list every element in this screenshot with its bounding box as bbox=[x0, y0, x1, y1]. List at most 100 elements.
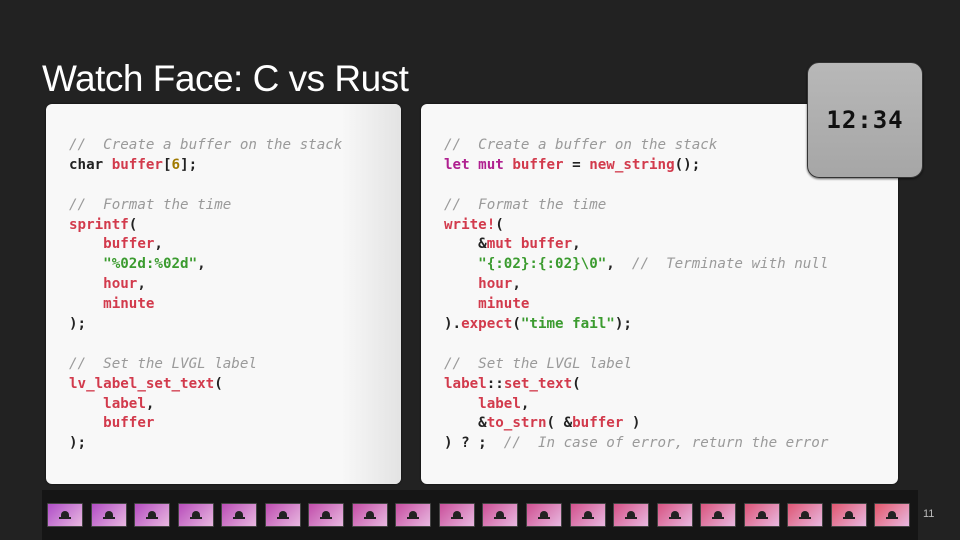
code-token: :: bbox=[486, 375, 504, 392]
code-token: char bbox=[69, 156, 112, 173]
watch-icon bbox=[494, 511, 507, 519]
code-token: label bbox=[478, 395, 521, 412]
code-token: minute bbox=[103, 296, 155, 313]
c-code-line: ); bbox=[69, 315, 342, 335]
code-token: buffer bbox=[103, 415, 155, 432]
watch-icon bbox=[886, 511, 899, 519]
code-token: ( & bbox=[546, 415, 573, 432]
code-token: "time fail" bbox=[520, 316, 615, 333]
code-token: buffer bbox=[512, 156, 564, 173]
code-token: ( bbox=[128, 216, 138, 233]
slide-thumbnail[interactable] bbox=[743, 503, 780, 527]
c-code-line: hour, bbox=[69, 275, 342, 295]
slide-filmstrip[interactable] bbox=[42, 490, 918, 540]
watch-icon bbox=[276, 511, 289, 519]
code-token: , bbox=[197, 256, 206, 273]
code-token: // Format the time bbox=[69, 196, 232, 213]
watch-icon bbox=[842, 511, 855, 519]
code-token: to_strn bbox=[486, 415, 547, 432]
slide-thumbnail[interactable] bbox=[787, 503, 824, 527]
clock-time: 12:34 bbox=[826, 106, 904, 134]
watch-icon bbox=[58, 511, 71, 519]
watch-icon bbox=[363, 511, 376, 519]
slide-thumbnail[interactable] bbox=[221, 503, 258, 527]
slide-thumbnail[interactable] bbox=[874, 503, 911, 527]
slide-thumbnail[interactable] bbox=[569, 503, 606, 527]
code-token: buffer bbox=[520, 236, 573, 253]
slide-thumbnail[interactable] bbox=[351, 503, 388, 527]
slide-thumbnail[interactable] bbox=[656, 503, 693, 527]
watch-icon bbox=[189, 511, 202, 519]
code-token: buffer bbox=[572, 415, 624, 432]
slide-thumbnail[interactable] bbox=[177, 503, 214, 527]
code-token: // Terminate with null bbox=[631, 256, 829, 273]
code-token: set_text bbox=[503, 375, 573, 392]
code-token: , bbox=[512, 276, 521, 293]
slide-thumbnail[interactable] bbox=[482, 503, 519, 527]
code-token: ); bbox=[614, 316, 632, 333]
slide-thumbnail[interactable] bbox=[264, 503, 301, 527]
code-token: let mut bbox=[444, 156, 513, 173]
code-token: , bbox=[154, 236, 163, 253]
page-number: 11 bbox=[923, 508, 935, 520]
code-token: hour bbox=[478, 276, 513, 293]
slide-thumbnail[interactable] bbox=[700, 503, 737, 527]
rust-code-line: write!( bbox=[444, 216, 828, 236]
code-token: ) bbox=[623, 415, 641, 432]
slide-thumbnail[interactable] bbox=[90, 503, 127, 527]
watch-icon bbox=[407, 511, 420, 519]
code-token: lv_label_set_text bbox=[69, 375, 215, 392]
code-token: label bbox=[444, 375, 487, 392]
code-token: , bbox=[606, 256, 632, 273]
code-token: "{:02}:{:02}\0" bbox=[478, 256, 607, 273]
code-token: minute bbox=[478, 296, 530, 313]
slide-thumbnail[interactable] bbox=[526, 503, 562, 527]
slide-thumbnail[interactable] bbox=[395, 503, 432, 527]
watch-icon bbox=[320, 511, 333, 519]
slide-thumbnail[interactable] bbox=[47, 503, 83, 527]
code-token: buffer bbox=[103, 236, 155, 253]
code-token: // Set the LVGL label bbox=[444, 355, 632, 372]
watch-icon bbox=[755, 511, 768, 519]
c-code-line bbox=[69, 335, 342, 355]
rust-code-line: hour, bbox=[444, 275, 828, 295]
code-token: (); bbox=[674, 156, 701, 173]
watch-icon bbox=[668, 511, 681, 519]
c-code-line: sprintf( bbox=[69, 216, 342, 236]
rust-code-line: // Set the LVGL label bbox=[444, 355, 828, 375]
c-code-line: ); bbox=[69, 434, 342, 454]
watch-icon bbox=[712, 511, 725, 519]
slide-thumbnail[interactable] bbox=[308, 503, 345, 527]
code-token: ); bbox=[69, 435, 87, 452]
c-code-line: // Format the time bbox=[69, 196, 342, 216]
slide-thumbnail[interactable] bbox=[134, 503, 171, 527]
code-token: new_string bbox=[589, 156, 675, 173]
c-code-block: // Create a buffer on the stack char buff… bbox=[69, 136, 342, 454]
code-token: "%02d:%02d" bbox=[103, 256, 198, 273]
code-token: ( bbox=[512, 316, 521, 333]
slide-thumbnail[interactable] bbox=[613, 503, 650, 527]
rust-code-line: // Create a buffer on the stack bbox=[444, 136, 828, 156]
rust-code-line: label, bbox=[444, 395, 828, 415]
rust-code-line: &to_strn( &buffer ) bbox=[444, 414, 828, 434]
slide-thumbnail[interactable] bbox=[830, 503, 867, 527]
code-token: ( bbox=[495, 216, 504, 233]
c-code-line: // Create a buffer on the stack bbox=[69, 136, 342, 156]
rust-code-line: "{:02}:{:02}\0", // Terminate with null bbox=[444, 255, 828, 275]
code-token: mut bbox=[486, 236, 521, 253]
rust-code-panel: // Create a buffer on the stack let mut b… bbox=[421, 104, 898, 484]
slide-thumbnail[interactable] bbox=[438, 503, 475, 527]
code-token: ); bbox=[69, 316, 87, 333]
watch-icon bbox=[537, 511, 550, 519]
c-code-line: buffer, bbox=[69, 235, 342, 255]
watch-icon bbox=[625, 511, 638, 519]
